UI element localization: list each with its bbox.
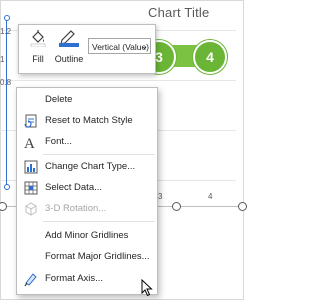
svg-text:A: A: [24, 136, 35, 150]
fill-button[interactable]: Fill: [25, 29, 51, 64]
axis-point: [172, 202, 181, 211]
menu-item-select-data[interactable]: Select Data...: [17, 178, 157, 198]
x-tick-label: 3: [158, 192, 163, 201]
data-point-marker[interactable]: 4: [193, 40, 227, 74]
menu-item-change-chart-type[interactable]: Change Chart Type...: [17, 157, 157, 177]
axis-point: [238, 202, 247, 211]
menu-item-label: Format Axis...: [45, 273, 104, 284]
menu-item-reset-to-match-style[interactable]: Reset to Match Style: [17, 111, 157, 131]
menu-item-label: Add Minor Gridlines: [45, 230, 129, 241]
gridline: [0, 80, 236, 81]
mouse-pointer-icon: [141, 279, 153, 297]
context-menu: Delete Reset to Match Style A Font... Ch…: [16, 87, 158, 295]
chart-element-dropdown[interactable]: Vertical (Value) ⌄: [88, 38, 151, 54]
select-data-icon: [24, 181, 38, 195]
menu-item-format-axis[interactable]: Format Axis...: [17, 269, 157, 289]
chart-title[interactable]: Chart Title: [148, 5, 209, 20]
menu-item-label: 3-D Rotation...: [45, 203, 107, 214]
menu-separator: [43, 154, 155, 155]
format-axis-icon: [24, 273, 37, 287]
menu-item-delete[interactable]: Delete: [17, 90, 157, 110]
mini-toolbar: Fill Outline Vertical (Value) ⌄: [18, 24, 156, 74]
paint-bucket-icon: [30, 30, 46, 48]
menu-item-label: Font...: [45, 136, 72, 147]
vertical-axis-selection[interactable]: [6, 18, 7, 190]
menu-item-label: Format Major Gridlines...: [45, 251, 150, 262]
axis-selection-handle[interactable]: [4, 15, 10, 21]
menu-item-format-major-gridlines[interactable]: Format Major Gridlines...: [17, 247, 157, 267]
outline-label: Outline: [54, 54, 84, 64]
menu-item-label: Reset to Match Style: [45, 115, 133, 126]
x-tick-label: 4: [208, 192, 213, 201]
menu-item-label: Change Chart Type...: [45, 161, 136, 172]
menu-item-label: Delete: [45, 94, 73, 105]
pen-outline-icon: [59, 30, 79, 47]
chart-type-icon: [24, 160, 38, 174]
chevron-down-icon: ⌄: [141, 42, 148, 51]
axis-selection-handle[interactable]: [4, 184, 10, 190]
menu-item-3d-rotation[interactable]: 3-D Rotation...: [17, 199, 157, 219]
font-icon: A: [24, 136, 35, 150]
reset-style-icon: [24, 114, 37, 128]
menu-item-font[interactable]: A Font...: [17, 132, 157, 152]
rotation-3d-icon: [25, 202, 37, 216]
fill-label: Fill: [32, 54, 44, 64]
menu-separator: [43, 221, 155, 222]
y-tick-label: 1: [0, 55, 5, 64]
outline-button[interactable]: Outline: [53, 29, 85, 64]
menu-item-label: Select Data...: [45, 182, 103, 193]
menu-item-add-minor-gridlines[interactable]: Add Minor Gridlines: [17, 226, 157, 246]
